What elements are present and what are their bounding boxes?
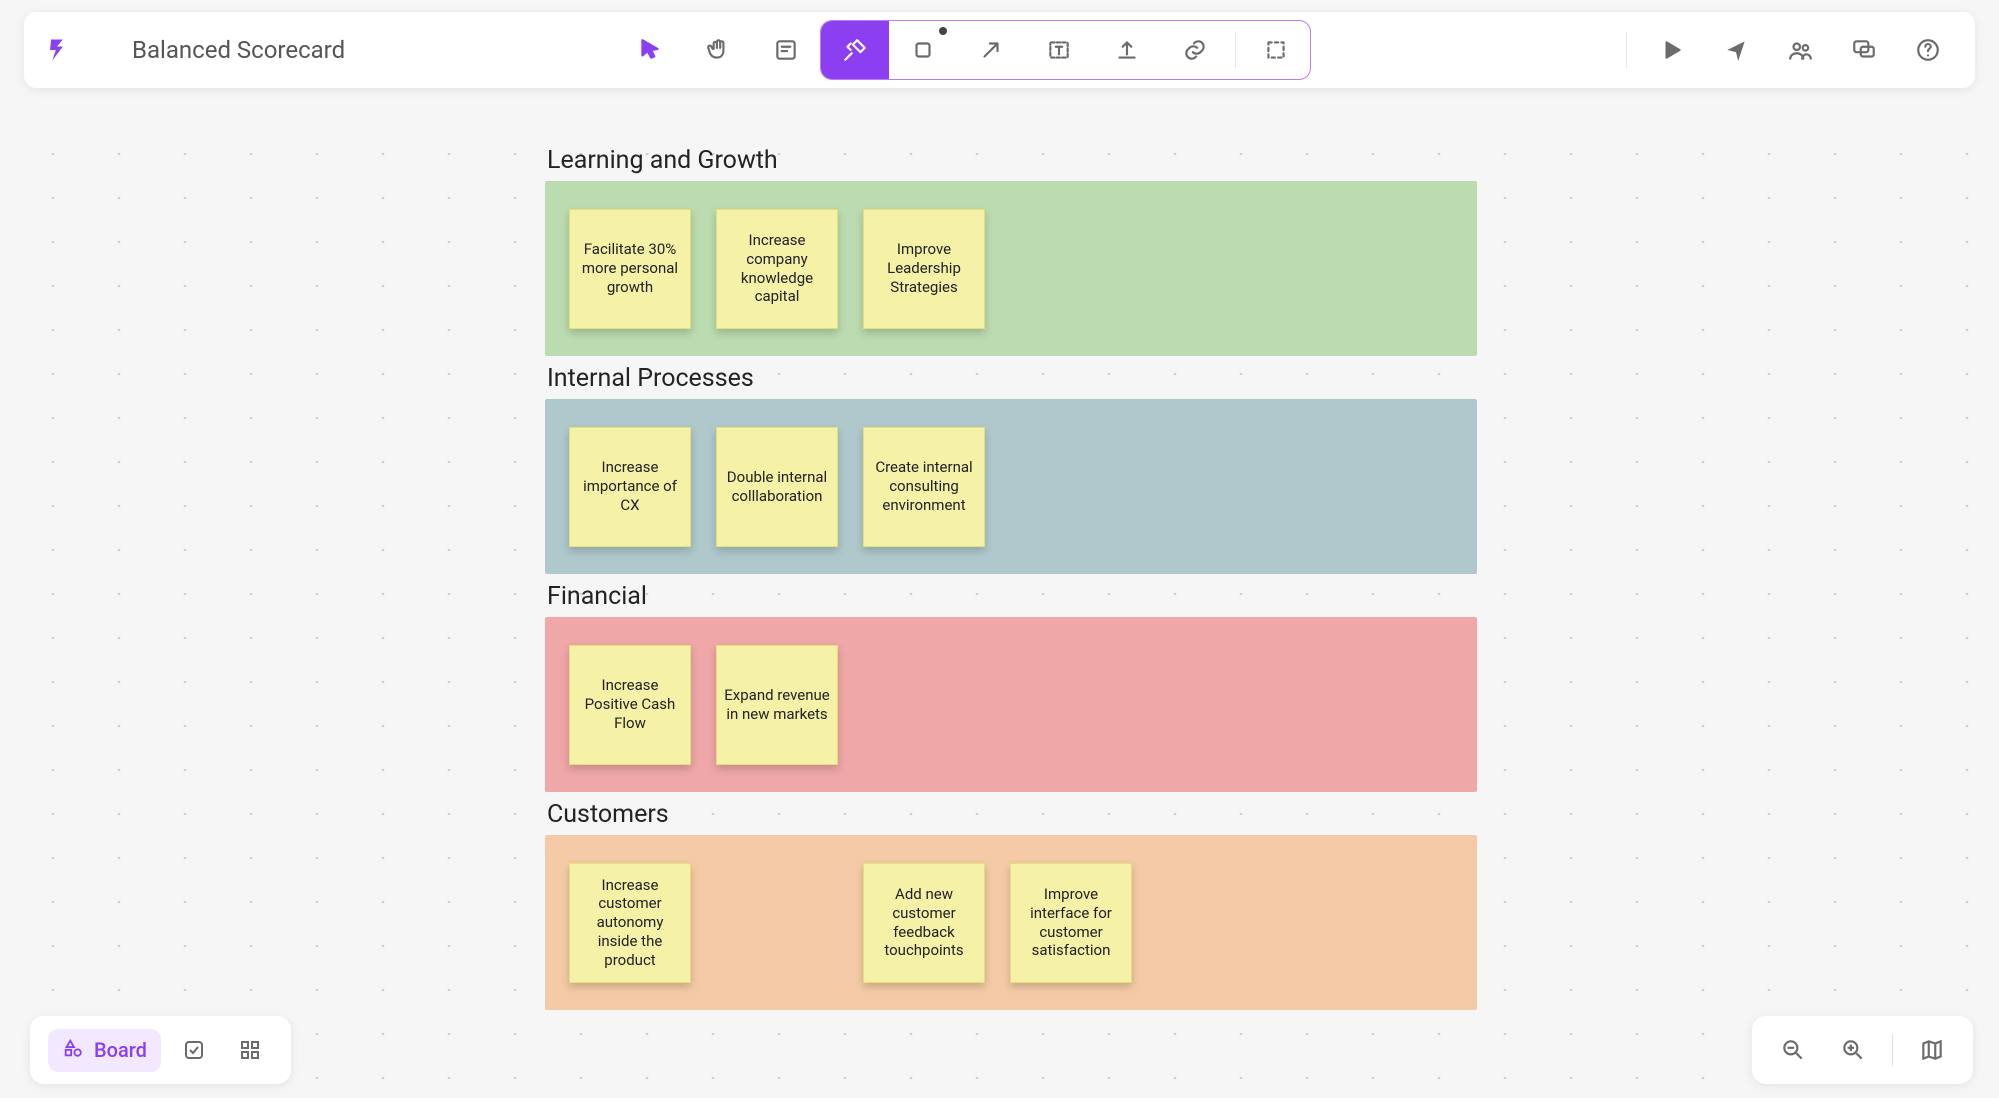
sticky-note[interactable]: Facilitate 30% more personal growth <box>569 209 691 329</box>
bottom-left-bar: Board <box>30 1016 291 1084</box>
bottom-right-bar <box>1752 1016 1973 1084</box>
board-view-label: Board <box>94 1038 147 1062</box>
present-button[interactable] <box>1643 21 1701 79</box>
swimlane-learning[interactable]: Facilitate 30% more personal growth Incr… <box>545 181 1477 356</box>
zoom-divider <box>1892 1034 1893 1066</box>
sticky-note[interactable]: Increase customer autonomy inside the pr… <box>569 863 691 983</box>
swimlane-financial[interactable]: Increase Positive Cash Flow Expand reven… <box>545 617 1477 792</box>
hand-tool[interactable] <box>684 21 752 79</box>
document-title[interactable]: Balanced Scorecard <box>132 36 345 64</box>
note-tool[interactable] <box>752 21 820 79</box>
zoom-out-button[interactable] <box>1766 1027 1820 1073</box>
sticky-note[interactable]: Increase Positive Cash Flow <box>569 645 691 765</box>
board-view-button[interactable]: Board <box>48 1029 161 1072</box>
section-title-financial[interactable]: Financial <box>547 582 1477 611</box>
swimlane-internal[interactable]: Increase importance of CX Double interna… <box>545 399 1477 574</box>
sticky-note[interactable]: Improve Leadership Strategies <box>863 209 985 329</box>
arrow-tool[interactable] <box>957 21 1025 79</box>
grid-apps-button[interactable] <box>227 1027 273 1073</box>
scorecard-board: Learning and Growth Facilitate 30% more … <box>545 146 1477 1018</box>
section-title-customers[interactable]: Customers <box>547 800 1477 829</box>
sticky-note[interactable]: Increase importance of CX <box>569 427 691 547</box>
sticky-note[interactable]: Improve interface for customer satisfact… <box>1010 863 1132 983</box>
top-toolbar: Balanced Scorecard <box>24 12 1975 88</box>
collaborators-button[interactable] <box>1771 21 1829 79</box>
app-logo-icon[interactable] <box>42 35 72 65</box>
pointer-tool[interactable] <box>616 21 684 79</box>
toolbar-divider <box>1626 32 1627 68</box>
swimlane-customers[interactable]: Increase customer autonomy inside the pr… <box>545 835 1477 1010</box>
checkbox-button[interactable] <box>171 1027 217 1073</box>
section-title-internal[interactable]: Internal Processes <box>547 364 1477 393</box>
section-title-learning[interactable]: Learning and Growth <box>547 146 1477 175</box>
tool-pill <box>820 20 1311 80</box>
tools-button[interactable] <box>821 21 889 79</box>
sticky-note[interactable]: Expand revenue in new markets <box>716 645 838 765</box>
upload-tool[interactable] <box>1093 21 1161 79</box>
help-button[interactable] <box>1899 21 1957 79</box>
sticky-note[interactable]: Add new customer feedback touchpoints <box>863 863 985 983</box>
toolbar-divider <box>1235 32 1236 68</box>
right-toolbar <box>1616 21 1957 79</box>
sticky-note[interactable]: Double internal colllaboration <box>716 427 838 547</box>
comments-button[interactable] <box>1835 21 1893 79</box>
center-toolbar <box>616 20 1311 80</box>
shape-tool[interactable] <box>889 21 957 79</box>
link-tool[interactable] <box>1161 21 1229 79</box>
minimap-button[interactable] <box>1905 1027 1959 1073</box>
text-frame-tool[interactable] <box>1025 21 1093 79</box>
zoom-in-button[interactable] <box>1826 1027 1880 1073</box>
share-button[interactable] <box>1707 21 1765 79</box>
sticky-note[interactable]: Increase company knowledge capital <box>716 209 838 329</box>
sticky-note[interactable]: Create internal consulting environment <box>863 427 985 547</box>
shapes-icon <box>62 1037 84 1064</box>
marquee-tool[interactable] <box>1242 21 1310 79</box>
